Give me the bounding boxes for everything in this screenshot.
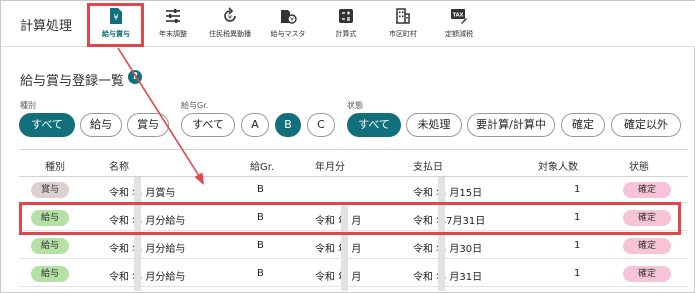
annotation-arrow xyxy=(117,47,204,185)
app-window: 計算処理 ¥ 給与賞与 年末調整 ¥ 住民税異動播 ¥ 給与マスタ 計算式 市区… xyxy=(0,0,695,293)
